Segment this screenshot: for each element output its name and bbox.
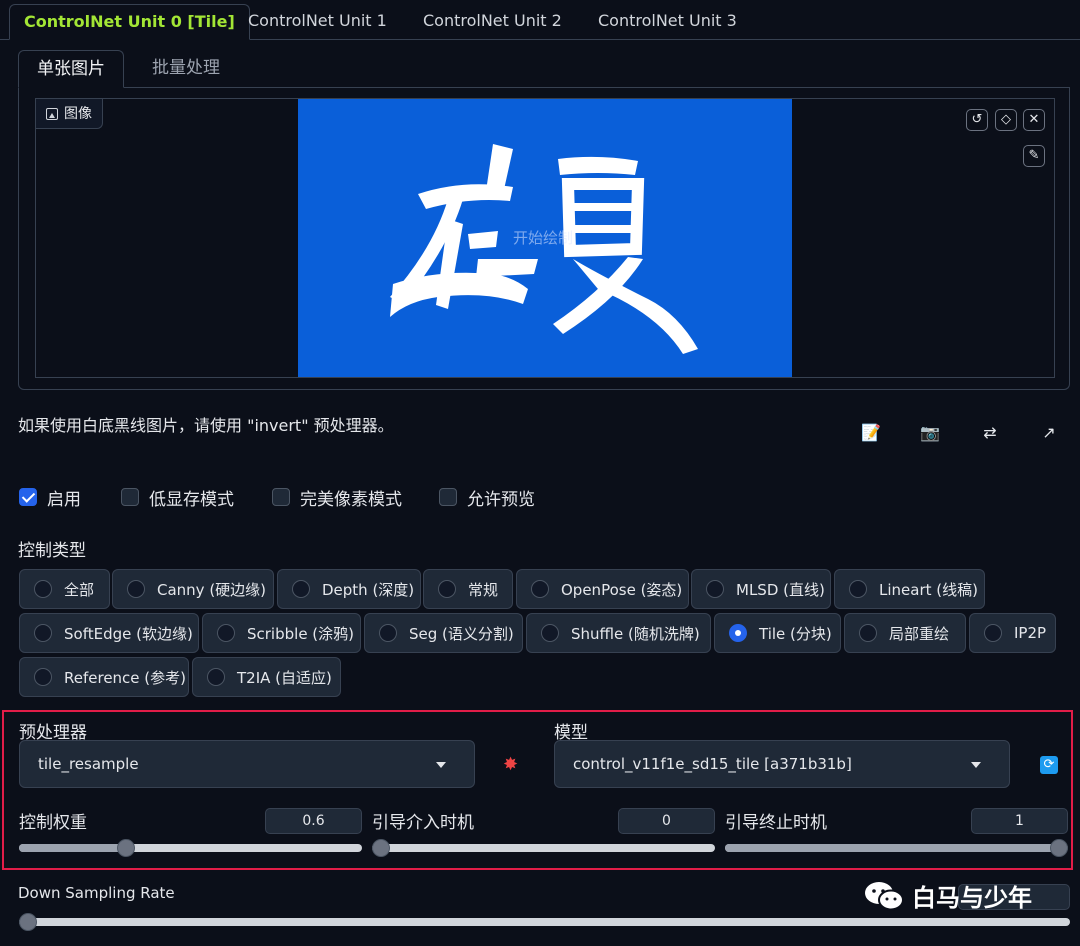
radio-icon <box>379 624 397 642</box>
edit-note-icon[interactable]: 📝 <box>860 422 882 444</box>
radio-icon <box>849 580 867 598</box>
input-mode-tabs: 单张图片 批量处理 <box>18 50 1070 88</box>
control-type-seg[interactable]: Seg (语义分割) <box>364 613 523 653</box>
control-type-tile[interactable]: Tile (分块) <box>714 613 841 653</box>
checkbox-pixel-perfect[interactable]: 完美像素模式 <box>272 486 402 510</box>
chevron-down-icon <box>971 762 981 768</box>
guidance-end-slider[interactable] <box>725 839 1068 857</box>
radio-icon <box>34 668 52 686</box>
chevron-down-icon <box>436 762 446 768</box>
weight-slider-fill <box>19 844 126 852</box>
controlnet-unit-tabs: ControlNet Unit 0 [Tile] ControlNet Unit… <box>0 0 1080 40</box>
checkbox-pixel-perfect-box[interactable] <box>272 488 290 506</box>
tab-batch[interactable]: 批量处理 <box>152 50 220 88</box>
preprocessor-select[interactable]: tile_resample <box>19 740 475 788</box>
undo-icon[interactable]: ↺ <box>966 109 988 131</box>
down-sampling-slider[interactable] <box>19 913 1070 931</box>
radio-icon <box>292 580 310 598</box>
invert-hint: 如果使用白底黑线图片，请使用 "invert" 预处理器。 <box>18 416 394 435</box>
checkbox-low-vram-box[interactable] <box>121 488 139 506</box>
send-dimensions-icon[interactable]: ↗ <box>1038 422 1060 444</box>
radio-icon <box>541 624 559 642</box>
control-type-mlsd[interactable]: MLSD (直线) <box>691 569 831 609</box>
control-type-normal[interactable]: 常规 <box>423 569 513 609</box>
radio-icon <box>34 624 52 642</box>
radio-icon <box>984 624 1002 642</box>
radio-icon <box>859 624 877 642</box>
radio-icon <box>207 668 225 686</box>
guidance-start-slider-handle[interactable] <box>372 839 390 857</box>
guidance-end-slider-handle[interactable] <box>1050 839 1068 857</box>
checkbox-allow-preview[interactable]: 允许预览 <box>439 486 535 510</box>
tab-unit-0[interactable]: ControlNet Unit 0 [Tile] <box>9 4 250 40</box>
control-type-all[interactable]: 全部 <box>19 569 110 609</box>
guidance-start-label: 引导介入时机 <box>372 813 474 833</box>
checkbox-enable-box[interactable] <box>19 488 37 506</box>
control-type-shuffle[interactable]: Shuffle (随机洗牌) <box>526 613 711 653</box>
down-sampling-label: Down Sampling Rate <box>18 884 175 902</box>
tab-unit-2[interactable]: ControlNet Unit 2 <box>423 4 562 40</box>
guidance-end-number-input[interactable]: 1 <box>971 808 1068 834</box>
refresh-models-icon[interactable]: ⟳ <box>1040 756 1058 774</box>
checkbox-allow-preview-box[interactable] <box>439 488 457 506</box>
guidance-end-label: 引导终止时机 <box>725 813 827 833</box>
image-canvas[interactable]: 图像 开始绘制 ↺ ◇ ✕ ✎ <box>35 98 1055 378</box>
uploaded-image: 开始绘制 <box>298 99 792 377</box>
image-input-block: 图像 开始绘制 ↺ ◇ ✕ ✎ <box>18 88 1070 390</box>
control-type-inpaint[interactable]: 局部重绘 <box>844 613 966 653</box>
control-type-lineart[interactable]: Lineart (线稿) <box>834 569 985 609</box>
control-type-t2ia[interactable]: T2IA (自适应) <box>192 657 341 697</box>
checkbox-low-vram[interactable]: 低显存模式 <box>121 486 234 510</box>
control-type-scribble[interactable]: Scribble (涂鸦) <box>202 613 361 653</box>
radio-icon <box>217 624 235 642</box>
close-icon[interactable]: ✕ <box>1023 109 1045 131</box>
radio-selected-icon <box>729 624 747 642</box>
checkbox-enable[interactable]: 启用 <box>19 486 81 510</box>
wechat-watermark: 白马与少年 <box>864 878 1032 913</box>
control-type-label: 控制类型 <box>18 541 86 561</box>
swap-icon[interactable]: ⇄ <box>979 422 1001 444</box>
image-watermark: 开始绘制 <box>513 229 574 247</box>
image-label: 图像 <box>36 99 103 129</box>
guidance-start-number-input[interactable]: 0 <box>618 808 715 834</box>
weight-slider[interactable] <box>19 839 362 857</box>
radio-icon <box>127 580 145 598</box>
brush-icon[interactable]: ✎ <box>1023 145 1045 167</box>
control-type-reference[interactable]: Reference (参考) <box>19 657 189 697</box>
image-icon <box>46 107 58 120</box>
model-select[interactable]: control_v11f1e_sd15_tile [a371b31b] <box>554 740 1010 788</box>
control-type-ip2p[interactable]: IP2P <box>969 613 1056 653</box>
weight-number-input[interactable]: 0.6 <box>265 808 362 834</box>
guidance-start-slider[interactable] <box>372 839 715 857</box>
wechat-icon <box>865 881 904 910</box>
control-type-depth[interactable]: Depth (深度) <box>277 569 421 609</box>
control-type-softedge[interactable]: SoftEdge (软边缘) <box>19 613 199 653</box>
down-sampling-slider-handle[interactable] <box>19 913 37 931</box>
control-type-canny[interactable]: Canny (硬边缘) <box>112 569 274 609</box>
radio-icon <box>438 580 456 598</box>
guidance-end-slider-fill <box>725 844 1059 852</box>
weight-label: 控制权重 <box>19 813 87 833</box>
camera-icon[interactable]: 📷 <box>919 422 941 444</box>
radio-icon <box>531 580 549 598</box>
radio-icon <box>34 580 52 598</box>
eraser-icon[interactable]: ◇ <box>995 109 1017 131</box>
tab-unit-3[interactable]: ControlNet Unit 3 <box>598 4 737 40</box>
weight-slider-handle[interactable] <box>117 839 135 857</box>
tab-unit-1[interactable]: ControlNet Unit 1 <box>248 4 387 40</box>
radio-icon <box>706 580 724 598</box>
control-type-openpose[interactable]: OpenPose (姿态) <box>516 569 689 609</box>
tab-single-image[interactable]: 单张图片 <box>18 50 124 88</box>
run-preprocessor-icon[interactable]: ✸ <box>503 754 518 775</box>
